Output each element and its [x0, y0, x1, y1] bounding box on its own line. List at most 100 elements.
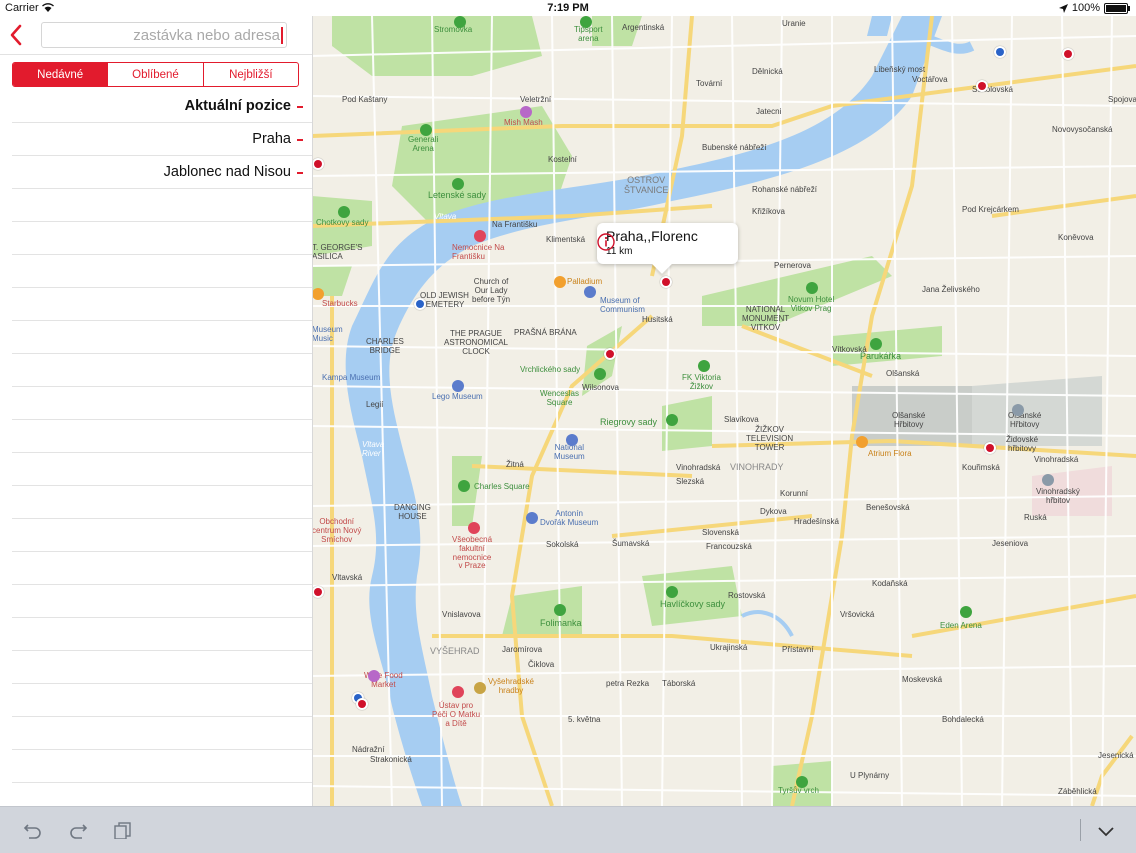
map-label: Strakonická	[370, 755, 412, 764]
landmark-icon	[474, 682, 486, 694]
map-label: Pod Krejcárkem	[962, 205, 1019, 214]
map-label: Libeňský most	[874, 65, 926, 74]
stop-pin[interactable]	[1062, 48, 1074, 60]
chevron-down-icon[interactable]	[1096, 823, 1116, 841]
search-input[interactable]	[41, 22, 287, 48]
park-icon	[666, 586, 678, 598]
map-label: Vinohradská	[676, 463, 721, 472]
list-item[interactable]: Aktuální pozice	[12, 90, 312, 123]
back-chevron-icon[interactable]	[6, 22, 28, 48]
empty-row	[12, 288, 312, 321]
map-label: Legií	[366, 400, 384, 409]
text-cursor	[281, 27, 283, 44]
stop-pin[interactable]	[414, 298, 426, 310]
redo-icon[interactable]	[68, 821, 88, 839]
park-icon	[338, 206, 350, 218]
map-label: Dělnická	[752, 67, 783, 76]
segment-recent[interactable]: Nedávné	[13, 63, 109, 86]
empty-row	[12, 486, 312, 519]
map-label: Kouřimská	[962, 463, 1000, 472]
segment-favorites[interactable]: Oblíbené	[108, 63, 204, 86]
map-label: Jatecni	[756, 107, 782, 116]
map-label: Moskevská	[902, 675, 943, 684]
map-label: Čiklova	[528, 660, 555, 669]
cafe-icon	[312, 288, 324, 300]
stop-callout[interactable]: Praha,,Florenc 11 km	[597, 223, 738, 264]
map-label: Bohdalecká	[942, 715, 984, 724]
stop-pin[interactable]	[312, 158, 324, 170]
map-label: Sokolská	[546, 540, 579, 549]
map-label: Uranie	[782, 19, 806, 28]
map-label: Pernerova	[774, 261, 811, 270]
map-label: Tyršův vrch	[778, 786, 819, 795]
map-view[interactable]: Stromovka Tipsport arena Argentinská Uran…	[312, 16, 1136, 806]
empty-row	[12, 585, 312, 618]
list-item[interactable]: Praha	[12, 123, 312, 156]
museum-icon	[566, 434, 578, 446]
map-label: Dykova	[760, 507, 787, 516]
remove-dash-icon[interactable]	[297, 172, 303, 174]
map-label: Spojovací	[1108, 95, 1136, 104]
map-label: Slovenská	[702, 528, 739, 537]
map-label: Havlíčkovy sady	[660, 599, 726, 609]
list-item[interactable]: Jablonec nad Nisou	[12, 156, 312, 189]
keyboard-shortcut-bar	[0, 806, 1136, 853]
map-label: Olšanská	[886, 369, 920, 378]
map-label: THE PRAGUE ASTRONOMICAL CLOCK	[444, 329, 509, 356]
status-time: 7:19 PM	[547, 2, 589, 14]
map-label: OLD JEWISH CEMETERY	[420, 291, 469, 309]
map-label: petra Rezka	[606, 679, 650, 688]
empty-row	[12, 321, 312, 354]
paste-icon[interactable]	[113, 821, 133, 839]
shopping-icon	[856, 436, 868, 448]
map-label: Vítkovská	[832, 345, 867, 354]
toolbar-divider	[1080, 819, 1081, 841]
stop-pin[interactable]	[356, 698, 368, 710]
status-bar: Carrier 7:19 PM 100%	[0, 0, 1136, 16]
battery-icon	[1104, 2, 1130, 14]
header-divider	[0, 54, 312, 55]
stop-pin[interactable]	[312, 586, 324, 598]
map-label: Argentinská	[622, 23, 665, 32]
stop-pin[interactable]	[660, 276, 672, 288]
map-label: Jeseniova	[992, 539, 1029, 548]
park-icon	[594, 368, 606, 380]
map-label: Vltava River	[362, 440, 385, 458]
undo-icon[interactable]	[23, 821, 43, 839]
map-label: Kostelní	[548, 155, 577, 164]
stadium-icon	[960, 606, 972, 618]
stadium-icon	[580, 16, 592, 28]
map-label: Ruská	[1024, 513, 1047, 522]
map-label: Vršovická	[840, 610, 875, 619]
stop-pin[interactable]	[604, 348, 616, 360]
map-label: Vyšehradské hradby	[488, 677, 534, 695]
map-label: Klimentská	[546, 235, 586, 244]
park-icon	[870, 338, 882, 350]
map-label: Slezská	[676, 477, 705, 486]
map-label: Vnislavova	[442, 610, 481, 619]
list-item-label: Praha	[252, 131, 291, 147]
map-label: PRAŠNÁ BRÁNA	[514, 328, 577, 337]
map-label: Kampa Museum	[322, 373, 381, 382]
remove-dash-icon[interactable]	[297, 139, 303, 141]
remove-dash-icon[interactable]	[297, 106, 303, 108]
museum-icon	[584, 286, 596, 298]
info-icon[interactable]	[597, 233, 615, 251]
map-label: Korunní	[780, 489, 809, 498]
map-label: Husitská	[642, 315, 673, 324]
stop-pin[interactable]	[976, 80, 988, 92]
stop-pin[interactable]	[984, 442, 996, 454]
map-label: Obchodní centrum Nový Smíchov	[312, 517, 362, 544]
cemetery-icon	[1042, 474, 1054, 486]
empty-row	[12, 222, 312, 255]
empty-row	[12, 717, 312, 750]
map-label: NATIONAL MONUMENT VITKOV	[742, 305, 790, 332]
segment-nearest[interactable]: Nejbližší	[204, 63, 298, 86]
map-label: Chotkovy sady	[316, 218, 369, 227]
map-label: Židovské hřbitovy	[1006, 435, 1039, 453]
map-label: 5. května	[568, 715, 601, 724]
hospital-icon	[468, 522, 480, 534]
cemetery-icon	[1012, 404, 1024, 416]
stop-pin[interactable]	[994, 46, 1006, 58]
map-label: Táborská	[662, 679, 696, 688]
